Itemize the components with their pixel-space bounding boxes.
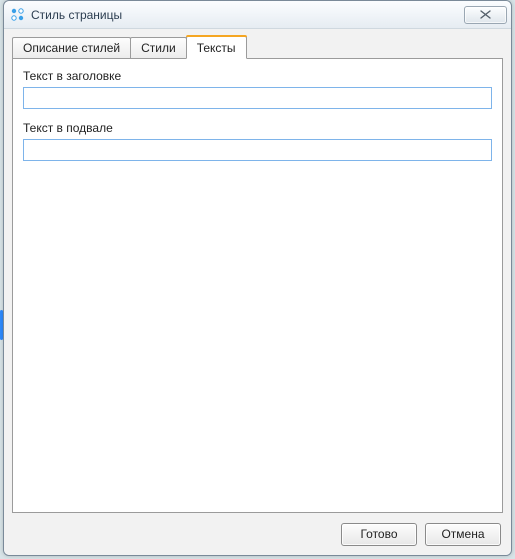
tab-label: Стили (141, 41, 176, 55)
client-area: Описание стилей Стили Тексты Текст в заг… (4, 29, 511, 555)
dialog-button-row: Готово Отмена (12, 513, 503, 555)
dialog-window: Стиль страницы Описание стилей Стили Тек… (3, 0, 512, 556)
ok-button[interactable]: Готово (341, 523, 417, 546)
app-icon (10, 7, 26, 23)
tab-label: Тексты (197, 41, 236, 55)
window-title: Стиль страницы (31, 8, 464, 22)
tab-page-texts: Текст в заголовке Текст в подвале (12, 58, 503, 513)
cancel-button[interactable]: Отмена (425, 523, 501, 546)
tab-styles[interactable]: Стили (130, 37, 187, 58)
tab-label: Описание стилей (23, 41, 120, 55)
tabstrip: Описание стилей Стили Тексты (12, 35, 503, 58)
close-icon (480, 10, 491, 19)
footer-text-input[interactable] (23, 139, 492, 161)
close-button[interactable] (464, 6, 507, 24)
tab-style-description[interactable]: Описание стилей (12, 37, 131, 58)
footer-text-label: Текст в подвале (23, 121, 492, 135)
button-label: Отмена (441, 527, 484, 541)
header-text-input[interactable] (23, 87, 492, 109)
tab-texts[interactable]: Тексты (186, 36, 247, 59)
header-text-label: Текст в заголовке (23, 69, 492, 83)
titlebar[interactable]: Стиль страницы (4, 1, 511, 29)
button-label: Готово (360, 527, 397, 541)
